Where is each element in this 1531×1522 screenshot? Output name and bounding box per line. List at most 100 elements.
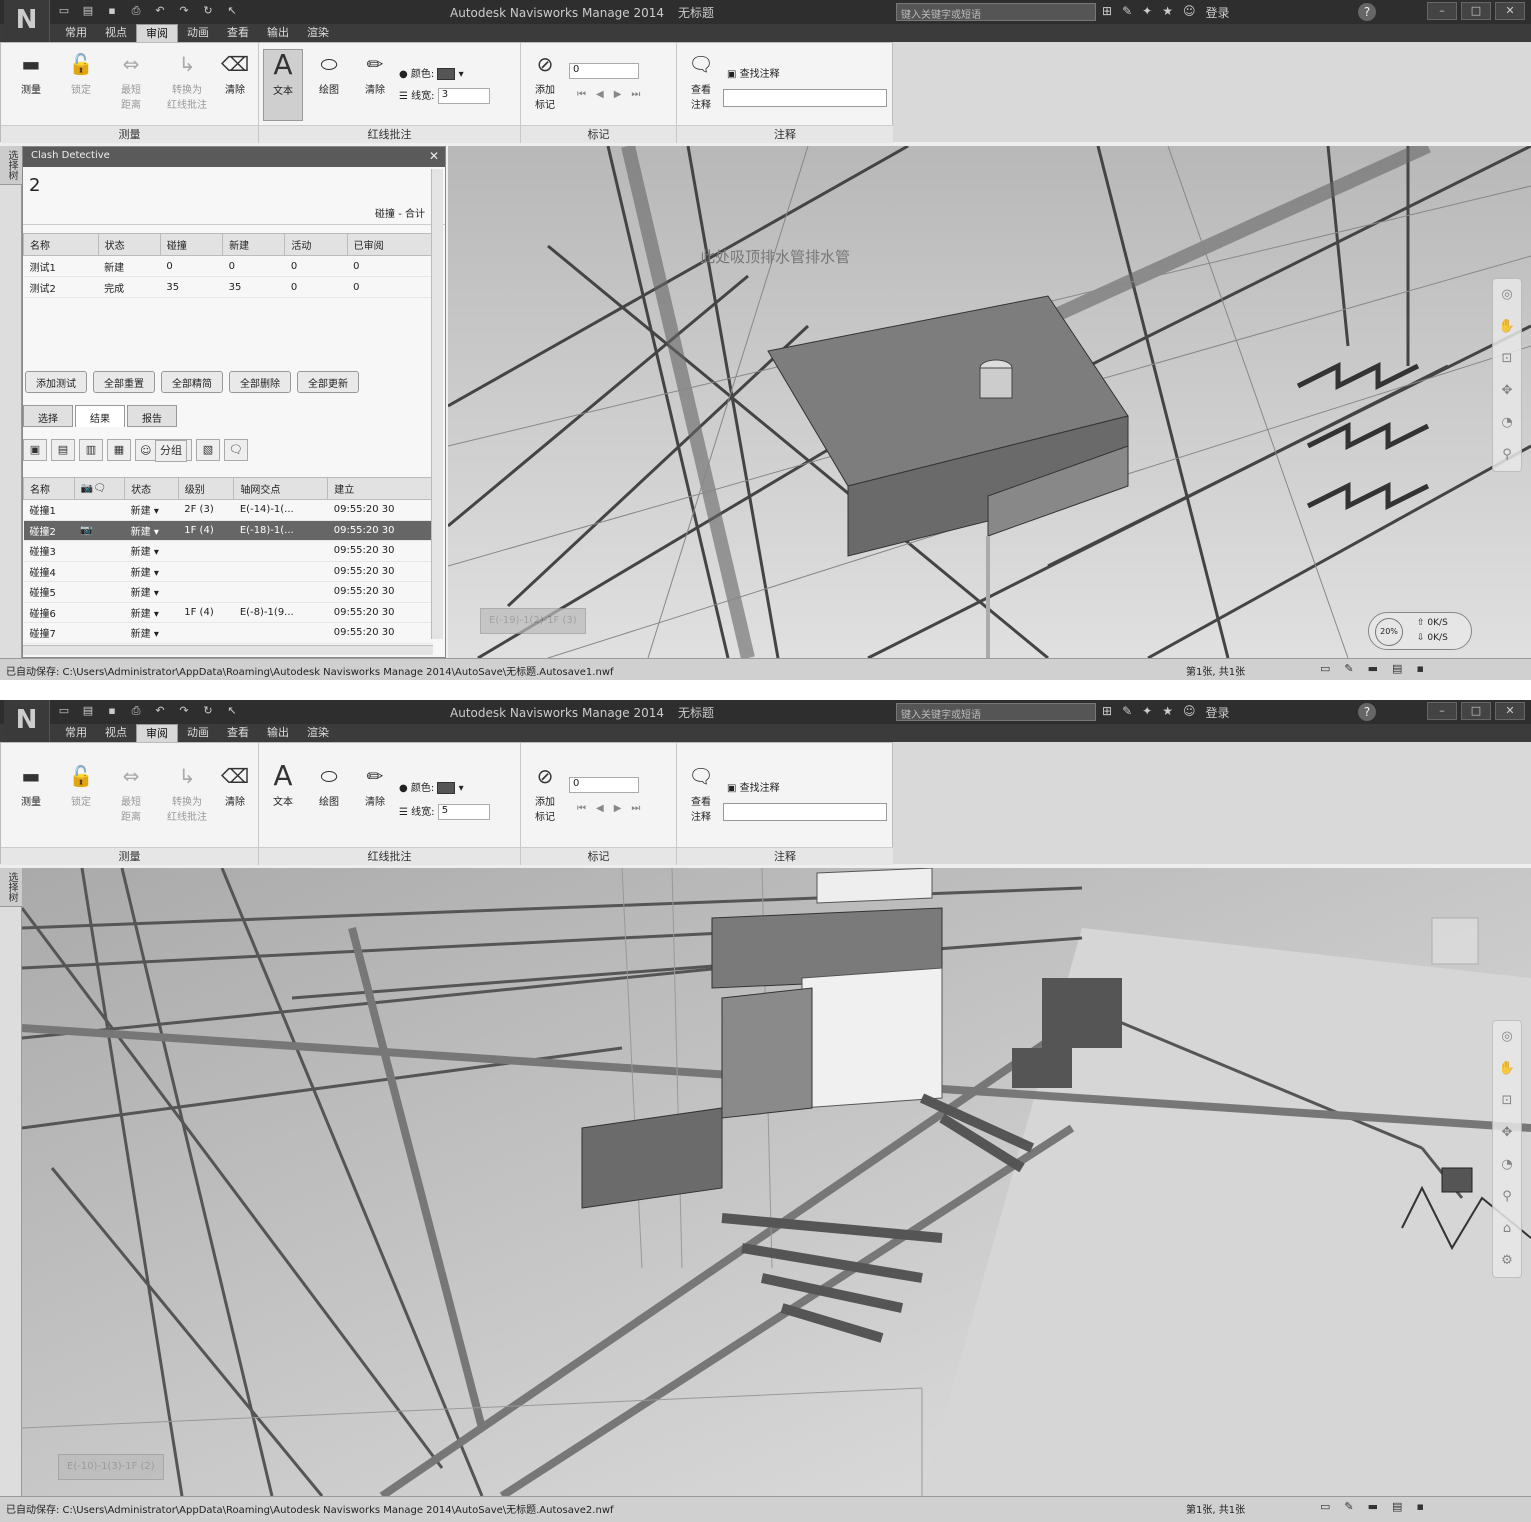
tab-review[interactable]: 审阅 bbox=[136, 24, 178, 42]
table-row[interactable]: 碰撞7 新建 ▾ 09:55:20 30 bbox=[23, 622, 433, 644]
col-status[interactable]: 状态 bbox=[124, 477, 179, 500]
lock-button[interactable]: 🔓 锁定 bbox=[61, 761, 101, 808]
print-icon[interactable]: ⎙ bbox=[128, 4, 144, 18]
3d-viewport[interactable]: 此处吸顶排水管排水管 E(-19)-1(2)-1F (3) ◎ ✋ ⊡ ✥ ◔ … bbox=[448, 146, 1531, 658]
app-menu-button[interactable]: N bbox=[4, 700, 50, 742]
tab-rules-select[interactable]: 选择 bbox=[23, 405, 73, 427]
save-icon[interactable]: ▪ bbox=[104, 4, 120, 18]
zoom-icon[interactable]: ⊡ bbox=[1493, 343, 1521, 375]
orbit-icon[interactable]: ✥ bbox=[1493, 1117, 1521, 1149]
draw-button[interactable]: ⬭ 绘图 bbox=[309, 761, 349, 808]
comments-group-label[interactable]: 注释 bbox=[677, 847, 893, 865]
close-button[interactable]: ✕ bbox=[1495, 2, 1525, 20]
tag-nav[interactable]: ⏮◀▶⏭ bbox=[577, 803, 650, 814]
undo-icon[interactable]: ↶ bbox=[152, 4, 168, 18]
redo-icon[interactable]: ↷ bbox=[176, 704, 192, 718]
tab-view[interactable]: 查看 bbox=[218, 724, 258, 742]
col-grid[interactable]: 轴网交点 bbox=[233, 477, 329, 500]
convert-redline-button[interactable]: ↳ 转换为 红线批注 bbox=[161, 761, 213, 823]
vertical-scrollbar[interactable] bbox=[431, 169, 443, 639]
col-clashes[interactable]: 碰撞 bbox=[159, 233, 224, 256]
open-icon[interactable]: ▤ bbox=[80, 4, 96, 18]
linewidth-field[interactable]: ☰ 线宽: 5 bbox=[399, 803, 490, 820]
remove-icon[interactable]: ▦ bbox=[107, 439, 131, 461]
tab-animation[interactable]: 动画 bbox=[178, 724, 218, 742]
linewidth-field[interactable]: ☰ 线宽: 3 bbox=[399, 87, 490, 104]
select-icon[interactable]: ↖ bbox=[224, 4, 240, 18]
color-picker[interactable]: ● 颜色: ▾ bbox=[399, 65, 464, 80]
star-icon[interactable]: ★ bbox=[1162, 4, 1173, 21]
group-icon[interactable]: ▤ bbox=[51, 439, 75, 461]
help-icon[interactable]: ? bbox=[1358, 703, 1376, 721]
open-icon[interactable]: ▤ bbox=[80, 704, 96, 718]
tag-id-input[interactable]: 0 bbox=[569, 777, 639, 793]
pan-icon[interactable]: ✋ bbox=[1493, 1053, 1521, 1085]
look-icon[interactable]: ◔ bbox=[1493, 1149, 1521, 1181]
pan-icon[interactable]: ✋ bbox=[1493, 311, 1521, 343]
selection-tree-tab[interactable]: 选择树 bbox=[0, 146, 23, 185]
pencil-progress-icon[interactable]: ✎ bbox=[1344, 662, 1353, 675]
save-icon[interactable]: ▪ bbox=[104, 704, 120, 718]
table-row[interactable]: 测试1 新建 0 0 0 0 bbox=[23, 255, 433, 277]
view-comments-button[interactable]: 🗨 查看 注释 bbox=[681, 761, 721, 823]
walk-icon[interactable]: ⚲ bbox=[1493, 439, 1521, 471]
steering-wheel-icon[interactable]: ◎ bbox=[1493, 1021, 1521, 1053]
col-reviewed[interactable]: 已审阅 bbox=[346, 233, 434, 256]
tag-id-field[interactable]: 0 bbox=[569, 777, 639, 793]
tag-id-field[interactable]: 0 bbox=[569, 63, 639, 79]
color-swatch[interactable] bbox=[437, 68, 456, 80]
new-group-icon[interactable]: ▣ bbox=[23, 439, 47, 461]
3d-viewport[interactable]: E(-10)-1(3)-1F (2) ◎ ✋ ⊡ ✥ ◔ ⚲ ⌂ ⚙ bbox=[22, 868, 1531, 1496]
col-new[interactable]: 新建 bbox=[222, 233, 286, 256]
color-picker[interactable]: ● 颜色: ▾ bbox=[399, 779, 464, 794]
refresh-icon[interactable]: ↻ bbox=[200, 704, 216, 718]
wrench-icon[interactable]: ✎ bbox=[1122, 4, 1132, 21]
tab-results[interactable]: 结果 bbox=[75, 405, 125, 427]
draw-button[interactable]: ⬭ 绘图 bbox=[309, 49, 349, 96]
user-icon[interactable]: ☺ bbox=[1183, 704, 1196, 721]
add-tag-button[interactable]: ⊘ 添加 标记 bbox=[525, 49, 565, 111]
redo-icon[interactable]: ↷ bbox=[176, 4, 192, 18]
new-icon[interactable]: ▭ bbox=[56, 704, 72, 718]
table-row-selected[interactable]: 碰撞2 📷 新建 ▾ 1F (4) E(-18)-1(... 09:55:20 30 bbox=[23, 520, 433, 541]
server-progress-icon[interactable]: ▤ bbox=[1392, 1500, 1402, 1513]
shortest-distance-button[interactable]: ⇔ 最短 距离 bbox=[111, 49, 151, 111]
sign-icon[interactable]: ✦ bbox=[1142, 4, 1152, 21]
clear-measure-button[interactable]: ⌫ 清除 bbox=[215, 49, 255, 96]
user-icon[interactable]: ☺ bbox=[1183, 4, 1196, 21]
col-name[interactable]: 名称 bbox=[23, 477, 75, 500]
lock-button[interactable]: 🔓 锁定 bbox=[61, 49, 101, 96]
walk-icon[interactable]: ⚲ bbox=[1493, 1181, 1521, 1213]
help-icon[interactable]: ? bbox=[1358, 3, 1376, 21]
reset-all-button[interactable]: 全部重置 bbox=[93, 371, 155, 393]
login-link[interactable]: 登录 bbox=[1205, 4, 1229, 21]
star-icon[interactable]: ★ bbox=[1162, 704, 1173, 721]
zoom-icon[interactable]: ⊡ bbox=[1493, 1085, 1521, 1117]
add-test-button[interactable]: 添加测试 bbox=[25, 371, 87, 393]
tag-nav[interactable]: ⏮◀▶⏭ bbox=[577, 89, 650, 100]
select-icon[interactable]: ↖ bbox=[224, 704, 240, 718]
find-comments-input[interactable] bbox=[723, 89, 887, 107]
color-swatch[interactable] bbox=[437, 782, 456, 794]
linewidth-input[interactable]: 3 bbox=[437, 88, 490, 104]
tab-output[interactable]: 输出 bbox=[258, 24, 298, 42]
search-input[interactable]: 键入关键字或短语 bbox=[896, 703, 1096, 721]
measure-button[interactable]: ▬ 测量 bbox=[11, 761, 51, 808]
col-level[interactable]: 级别 bbox=[177, 477, 235, 500]
selection-tree-tab[interactable]: 选择树 bbox=[0, 868, 23, 907]
pencil-progress-icon[interactable]: ✎ bbox=[1344, 1500, 1353, 1513]
compact-all-button[interactable]: 全部精简 bbox=[161, 371, 223, 393]
shortest-distance-button[interactable]: ⇔ 最短 距离 bbox=[111, 761, 151, 823]
measure-group-label[interactable]: 测量 bbox=[1, 125, 258, 143]
erase-button[interactable]: ✏ 清除 bbox=[355, 761, 395, 808]
comments-group-label[interactable]: 注释 bbox=[677, 125, 893, 143]
horizontal-scrollbar[interactable] bbox=[23, 645, 433, 655]
maximize-button[interactable]: □ bbox=[1461, 702, 1491, 720]
app-menu-button[interactable]: N bbox=[4, 0, 50, 42]
update-all-button[interactable]: 全部更新 bbox=[297, 371, 359, 393]
view-comments-button[interactable]: 🗨 查看 注释 bbox=[681, 49, 721, 111]
col-name[interactable]: 名称 bbox=[23, 233, 99, 256]
tab-view[interactable]: 查看 bbox=[218, 24, 258, 42]
disk-progress-icon[interactable]: ▬ bbox=[1368, 1500, 1378, 1513]
undo-icon[interactable]: ↶ bbox=[152, 704, 168, 718]
